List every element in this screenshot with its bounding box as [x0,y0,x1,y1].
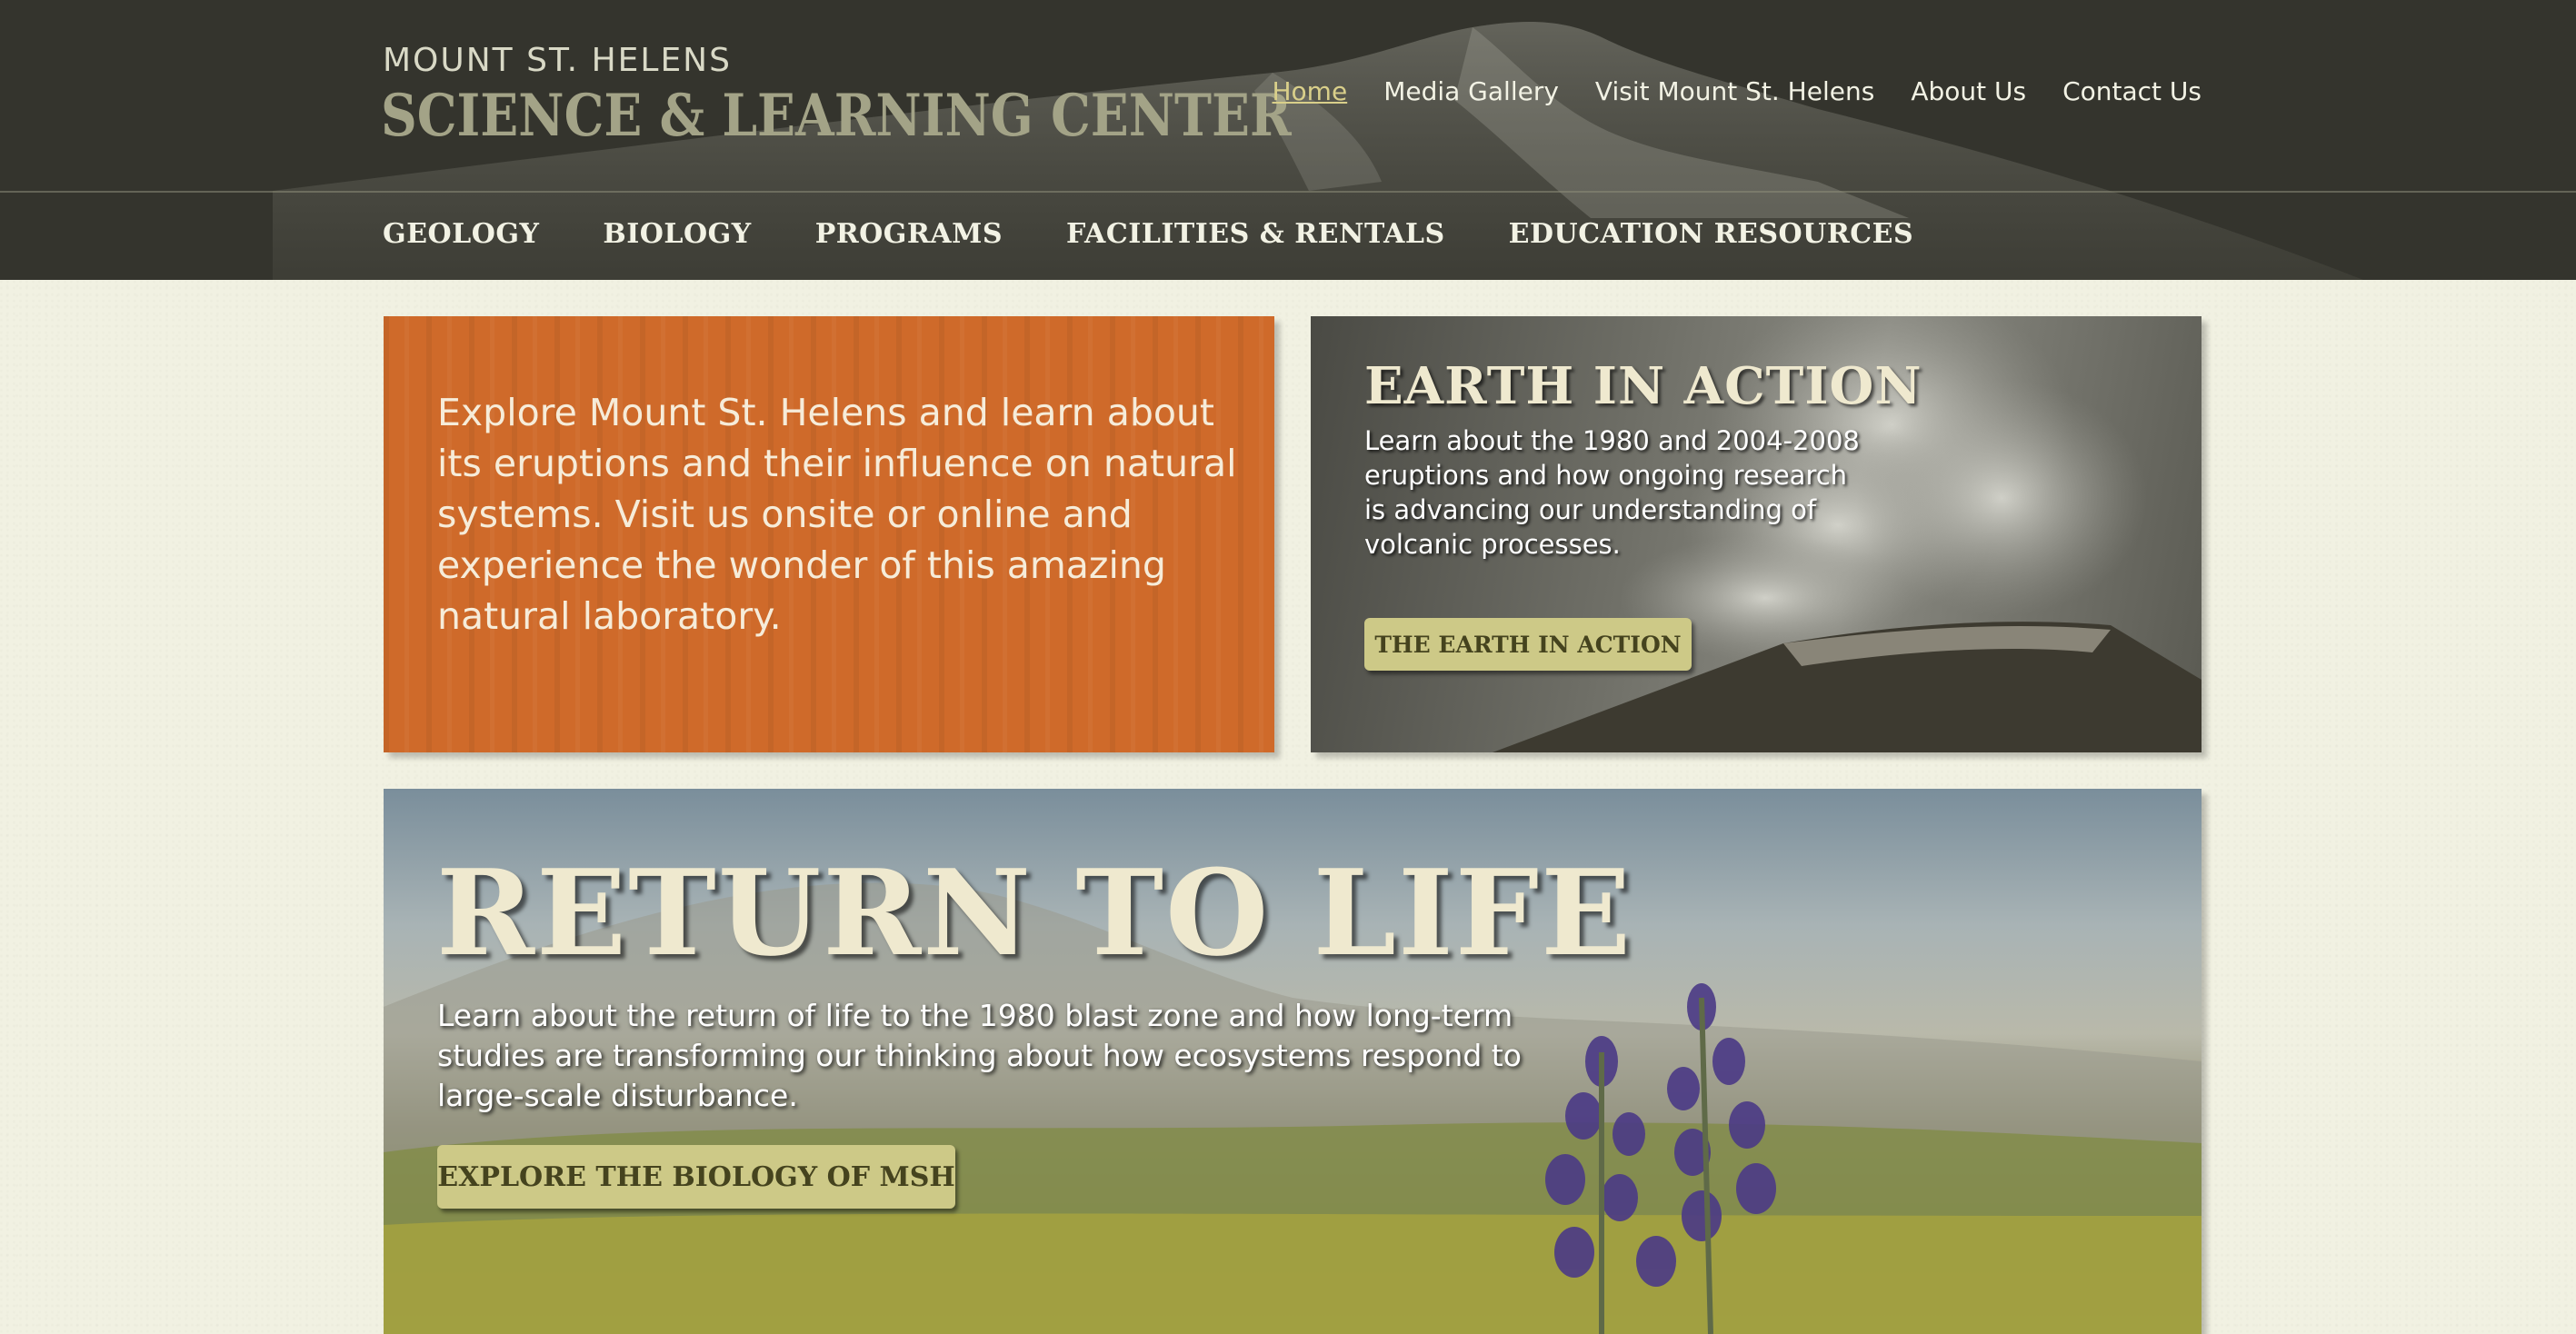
main-nav-education[interactable]: EDUCATION RESOURCES [1509,218,1914,250]
top-nav-about[interactable]: About Us [1911,76,2026,106]
earth-in-action-title: EARTH IN ACTION [1364,356,1922,416]
main-nav-facilities[interactable]: FACILITIES & RENTALS [1066,218,1445,250]
site-header: MOUNT ST. HELENS SCIENCE & LEARNING CENT… [0,0,2576,280]
intro-panel: Explore Mount St. Helens and learn about… [384,316,1274,752]
main-nav-programs[interactable]: PROGRAMS [815,218,1003,250]
main-navigation: GEOLOGY BIOLOGY PROGRAMS FACILITIES & RE… [383,218,1913,250]
logo-subtitle[interactable]: MOUNT ST. HELENS [383,42,732,79]
main-nav-geology[interactable]: GEOLOGY [383,218,539,250]
main-nav-biology[interactable]: BIOLOGY [603,218,751,250]
return-to-life-title: RETURN TO LIFE [436,843,1633,982]
top-nav-visit[interactable]: Visit Mount St. Helens [1595,76,1874,106]
top-nav-contact[interactable]: Contact Us [2062,76,2202,106]
earth-in-action-button[interactable]: THE EARTH IN ACTION [1364,618,1692,671]
earth-in-action-panel: EARTH IN ACTION Learn about the 1980 and… [1311,316,2202,752]
top-nav-home[interactable]: Home [1273,76,1348,106]
top-nav-media-gallery[interactable]: Media Gallery [1383,76,1559,106]
intro-text: Explore Mount St. Helens and learn about… [437,391,1237,638]
earth-in-action-text: Learn about the 1980 and 2004-2008 erupt… [1364,425,1860,560]
header-divider [0,191,2576,193]
explore-biology-button[interactable]: EXPLORE THE BIOLOGY OF MSH [437,1145,955,1209]
logo-title[interactable]: SCIENCE & LEARNING CENTER [381,82,1292,150]
top-navigation: Home Media Gallery Visit Mount St. Helen… [1273,76,2202,106]
return-to-life-text: Learn about the return of life to the 19… [437,998,1522,1113]
return-to-life-panel: RETURN TO LIFE Learn about the return of… [384,789,2202,1334]
